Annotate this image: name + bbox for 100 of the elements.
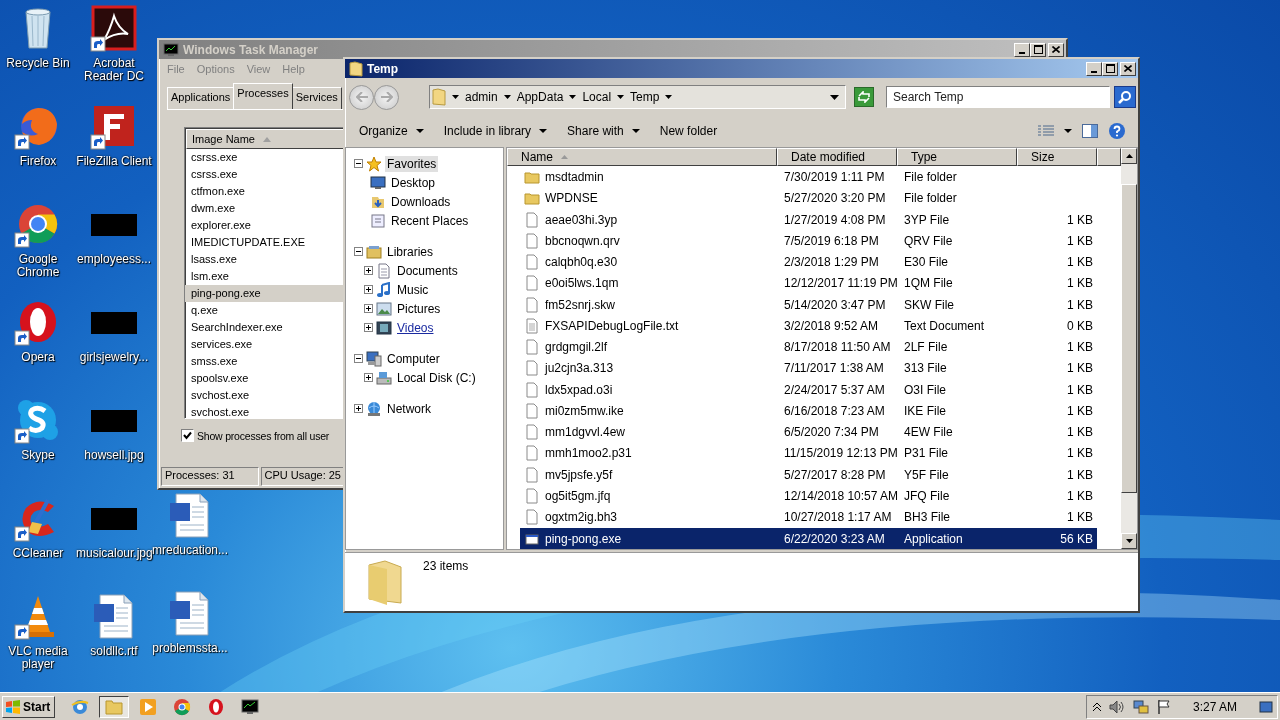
file-row[interactable]: ju2cjn3a.313 7/11/2017 1:38 AM 313 File 1 KB <box>520 357 1097 379</box>
start-button[interactable]: Start <box>2 695 56 718</box>
process-row[interactable]: smss.exe <box>185 353 345 370</box>
process-row[interactable]: lsass.exe <box>185 251 345 268</box>
process-row[interactable]: ping-pong.exe <box>185 285 345 302</box>
icon-label[interactable]: problemssta... <box>152 642 228 655</box>
caret-icon[interactable] <box>1064 129 1072 133</box>
process-row[interactable]: lsm.exe <box>185 268 345 285</box>
file-row[interactable]: mm1dgvvl.4ew 6/5/2020 7:34 PM 4EW File 1 KB <box>520 421 1097 443</box>
clock[interactable]: 3:27 AM <box>1192 699 1237 714</box>
file-row[interactable]: mv5jpsfe.y5f 5/27/2017 8:28 PM Y5F File 1 KB <box>520 464 1097 486</box>
breadcrumb-item[interactable]: admin <box>465 90 498 104</box>
icon-label[interactable]: musicalour.jpg <box>76 547 152 560</box>
icon-label[interactable]: girlsjewelry... <box>79 351 149 364</box>
preview-pane-icon[interactable] <box>1082 124 1098 138</box>
expander-button[interactable] <box>354 247 363 256</box>
process-row[interactable]: csrss.exe <box>185 149 345 166</box>
icon-label[interactable]: FileZilla Client <box>76 155 152 168</box>
tree-item[interactable]: Network <box>385 400 433 417</box>
swirl-icon[interactable] <box>90 4 138 52</box>
expander-button[interactable] <box>364 266 373 275</box>
icon-label[interactable]: Opera <box>21 351 55 364</box>
toolbar-button[interactable]: Organize <box>351 121 432 141</box>
column-header[interactable]: Date modified <box>777 148 897 167</box>
tree-item[interactable]: Documents <box>395 262 460 279</box>
tree-item[interactable]: Downloads <box>389 193 453 210</box>
search-field[interactable]: Search Temp <box>886 86 1110 108</box>
tab[interactable]: Processes <box>233 83 293 109</box>
process-row[interactable]: spoolsv.exe <box>185 370 345 387</box>
process-row[interactable]: explorer.exe <box>185 217 345 234</box>
column-header[interactable]: Name <box>507 148 777 167</box>
tree-item[interactable]: Libraries <box>385 243 436 260</box>
process-row[interactable]: csrss.exe <box>185 166 345 183</box>
file-row[interactable]: mmh1moo2.p31 11/15/2019 12:13 PM P31 File 1 KB <box>520 442 1097 465</box>
expander-button[interactable] <box>354 404 363 413</box>
icon-label[interactable]: soldllc.rtf <box>90 645 138 658</box>
tab[interactable]: Applications <box>167 87 235 109</box>
process-row[interactable]: dwm.exe <box>185 200 345 217</box>
chevron-up-icon[interactable] <box>1092 702 1101 711</box>
toolbar-button[interactable]: New folder <box>651 121 726 141</box>
breadcrumb-item[interactable]: Local <box>582 90 612 104</box>
file-row[interactable]: msdtadmin 7/30/2019 1:11 PM File folder <box>520 166 1097 188</box>
search-button[interactable] <box>1114 86 1136 108</box>
expander-button[interactable] <box>364 373 373 382</box>
process-row[interactable]: q.exe <box>185 302 345 319</box>
show-desktop-icon[interactable] <box>1259 699 1273 714</box>
address-bar[interactable]: admin AppData Local Temp <box>429 85 846 109</box>
speaker-icon[interactable] <box>1108 699 1125 714</box>
minimize-button[interactable] <box>1014 42 1030 57</box>
file-row[interactable]: FXSAPIDebugLogFile.txt 3/2/2018 9:52 AM Text Document 0 KB <box>520 315 1097 337</box>
icon-label[interactable]: Firefox <box>19 155 57 168</box>
tree-item[interactable]: Pictures <box>395 300 443 317</box>
breadcrumb-item[interactable]: Temp <box>630 90 660 104</box>
column-header[interactable]: Size <box>1017 148 1097 167</box>
tree-item[interactable]: Computer <box>385 350 442 367</box>
expander-button[interactable] <box>364 285 373 294</box>
breadcrumb-item[interactable]: AppData <box>516 90 564 104</box>
file-row[interactable]: fm52snrj.skw 5/14/2020 3:47 PM SKW File 1 KB <box>520 293 1097 316</box>
expander-button[interactable] <box>354 159 363 168</box>
close-button[interactable] <box>1120 61 1136 76</box>
tree-item[interactable]: Desktop <box>389 174 438 191</box>
file-row[interactable]: mi0zm5mw.ike 6/16/2018 7:23 AM IKE File 1 KB <box>520 400 1097 422</box>
maximize-button[interactable] <box>1030 42 1046 57</box>
process-row[interactable]: SearchIndexer.exe <box>185 319 345 336</box>
icon-label[interactable]: mreducation... <box>152 544 228 557</box>
column-header[interactable]: Image Name <box>186 129 345 149</box>
icon-label[interactable]: Acrobat Reader DC <box>76 57 152 83</box>
icon-label[interactable]: VLC media player <box>0 645 76 671</box>
column-header[interactable]: Type <box>897 148 1017 167</box>
file-row[interactable]: WPDNSE 5/27/2020 3:20 PM File folder <box>520 187 1097 209</box>
maximize-button[interactable] <box>1102 61 1118 76</box>
toolbar-button[interactable]: Share with <box>559 121 648 141</box>
process-row[interactable]: services.exe <box>185 336 345 353</box>
expander-button[interactable] <box>354 354 363 363</box>
checkbox[interactable] <box>181 429 194 442</box>
toolbar-button[interactable]: Include in library <box>435 121 556 141</box>
icon-label[interactable]: Recycle Bin <box>6 57 70 70</box>
expander-button[interactable] <box>364 323 373 332</box>
file-row[interactable]: grdgmgil.2lf 8/17/2018 11:50 AM 2LF File 1 KB <box>520 336 1097 358</box>
close-button[interactable] <box>1048 42 1064 57</box>
taskbar-button[interactable] <box>99 695 130 718</box>
tree-item[interactable]: Local Disk (C:) <box>395 369 478 386</box>
file-row[interactable]: aeae03hi.3yp 1/27/2019 4:08 PM 3YP File 1 KB <box>520 208 1097 231</box>
tree-item[interactable]: Recent Places <box>389 212 471 229</box>
process-row[interactable]: ctfmon.exe <box>185 183 345 200</box>
file-row[interactable]: og5it5gm.jfq 12/14/2018 10:57 AM JFQ File 1 KB <box>520 485 1097 507</box>
icon-label[interactable]: howsell.jpg <box>84 449 144 462</box>
icon-label[interactable]: CCleaner <box>12 547 64 560</box>
icon-label[interactable]: Skype <box>21 449 55 462</box>
flag-icon[interactable] <box>1156 698 1171 715</box>
tab[interactable]: Services <box>291 87 342 109</box>
network-icon[interactable] <box>1132 698 1149 715</box>
tree-item[interactable]: Music <box>395 281 431 298</box>
file-row[interactable]: ogxtm2ig.bh3 10/27/2018 1:17 AM BH3 File 1 KB <box>520 506 1097 528</box>
file-row[interactable]: ping-pong.exe 6/22/2020 3:23 AM Application 56 KB <box>520 527 1097 550</box>
tree-item[interactable]: Videos <box>395 319 436 336</box>
process-row[interactable]: svchost.exe <box>185 404 345 418</box>
tree-item[interactable]: Favorites <box>385 155 439 172</box>
refresh-button[interactable] <box>854 87 874 107</box>
process-row[interactable]: svchost.exe <box>185 387 345 404</box>
